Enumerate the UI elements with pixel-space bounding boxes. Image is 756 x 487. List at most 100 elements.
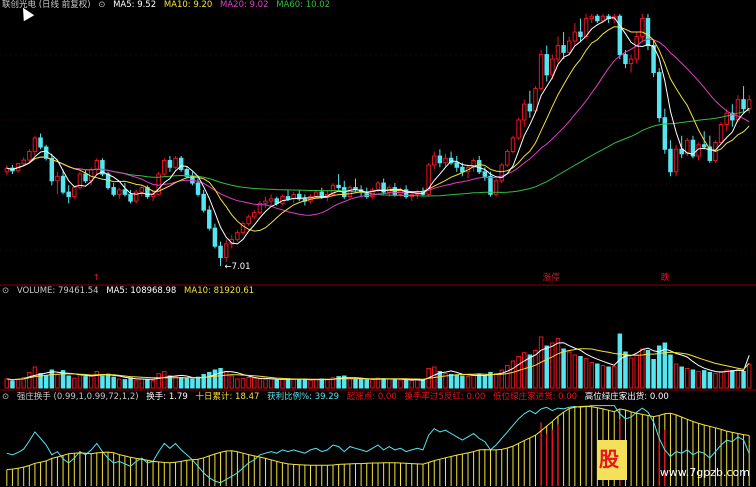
ma20-label: MA20: 9.02: [220, 0, 269, 10]
candle-body: [38, 137, 43, 148]
volume-bar: [145, 379, 150, 389]
candle-body: [313, 191, 319, 198]
volume-bar: [263, 379, 268, 389]
low-price-label: ←7.01: [225, 262, 251, 272]
vol-ma10-label: MA10: 81920.61: [184, 286, 255, 296]
signal-marker: 跌: [661, 272, 670, 283]
candle-body: [578, 31, 583, 38]
volume-bar: [645, 350, 651, 389]
price-header: 联创光电 (日线 前复权) ⊙ MA5: 9.52 MA10: 9.20 MA2…: [2, 0, 335, 11]
candle-body: [488, 175, 493, 195]
candle-body: [375, 182, 381, 191]
volume-bar: [493, 373, 499, 389]
volume-bar: [195, 376, 201, 389]
stock-title[interactable]: 联创光电 (日线 前复权): [2, 0, 91, 10]
volume-bar: [10, 380, 15, 389]
indicator-name[interactable]: 强庄换手 (0.99,1,0.99,72,1,2): [17, 392, 139, 402]
volume-bar: [476, 373, 482, 389]
candle-body: [443, 157, 448, 164]
volume-bar: [707, 371, 713, 389]
volume-bar: [235, 378, 240, 389]
start-point-label: 起涨点: 0.00: [346, 392, 397, 402]
volume-bar: [460, 375, 465, 389]
volume-bar: [43, 374, 49, 389]
candle-body: [431, 155, 437, 166]
settings-icon[interactable]: ⊙: [2, 286, 9, 296]
volume-bar: [32, 366, 38, 389]
volume-bar: [718, 371, 724, 389]
signal-marker: 涨停: [543, 272, 561, 283]
volume-bar: [268, 378, 274, 389]
volume-bar: [308, 379, 313, 389]
volume-bar: [274, 379, 280, 389]
volume-bar: [555, 338, 561, 389]
candle-body: [600, 15, 606, 22]
candle-body: [60, 175, 66, 193]
ten-day-label: 十日累计: 18.47: [195, 392, 260, 402]
candle-body: [595, 15, 600, 22]
volume-label: VOLUME: 79461.54: [16, 286, 99, 296]
indicator-header: ⊙ 强庄换手 (0.99,1,0.99,72,1,2) 换手: 1.79 十日累…: [2, 392, 674, 403]
volume-bar: [448, 374, 454, 389]
candle-body: [538, 54, 544, 89]
candle-body: [527, 103, 533, 112]
candle-body: [482, 171, 488, 177]
candle-body: [27, 151, 32, 161]
settings-icon[interactable]: ⊙: [2, 392, 9, 402]
candle-body: [212, 227, 218, 247]
volume-bar: [358, 379, 364, 389]
candle-body: [656, 72, 662, 119]
candle-body: [634, 36, 639, 60]
turnover-5-red-label: 换手率过5反红: 0.00: [404, 392, 486, 402]
volume-bar: [623, 351, 628, 389]
volume-bar: [381, 378, 386, 389]
kline-chart: ←7.01 ↑ 涨停 跌: [0, 0, 756, 487]
candle-body: [550, 58, 555, 76]
candle-body: [195, 182, 201, 195]
volume-bar: [223, 371, 229, 389]
candle-body: [741, 99, 746, 110]
candle-body: [668, 148, 673, 173]
volume-bar: [291, 379, 296, 389]
signal-marker: ↑: [93, 273, 100, 283]
volume-bar: [578, 356, 583, 389]
volume-bar: [516, 356, 521, 389]
candle-body: [521, 103, 527, 121]
volume-bar: [387, 378, 392, 389]
candle-body: [617, 15, 623, 56]
volume-header: ⊙ VOLUME: 79461.54 MA5: 108968.98 MA10: …: [2, 286, 259, 297]
volume-bar: [741, 371, 746, 389]
volume-bar: [111, 376, 116, 389]
volume-bar: [257, 378, 263, 389]
candle-body: [718, 123, 724, 143]
candle-body: [201, 193, 206, 211]
volume-bar: [583, 358, 589, 389]
candle-body: [235, 232, 240, 240]
candle-body: [207, 209, 212, 229]
candle-body: [724, 112, 729, 125]
volume-bar: [628, 357, 634, 389]
volume-bar: [701, 370, 707, 389]
site-logo: 股: [597, 440, 627, 480]
candle-body: [566, 40, 572, 53]
candle-body: [167, 160, 173, 168]
settings-icon[interactable]: ⊙: [98, 0, 105, 10]
candle-body: [628, 58, 634, 65]
volume-bar: [398, 379, 403, 389]
candle-body: [72, 187, 77, 198]
volume-bar: [207, 371, 212, 389]
volume-bar: [454, 374, 459, 389]
volume-bar: [370, 378, 375, 389]
volume-bar: [566, 351, 572, 389]
volume-bar: [730, 370, 735, 389]
candle-body: [285, 196, 291, 200]
candle-body: [510, 137, 516, 153]
candle-body: [640, 18, 645, 38]
candle-body: [572, 31, 578, 42]
candle-body: [561, 45, 566, 53]
candle-body: [589, 15, 594, 20]
candle-body: [223, 243, 229, 258]
volume-bar: [313, 379, 319, 389]
candle-body: [178, 157, 184, 171]
candle-body: [83, 173, 88, 182]
